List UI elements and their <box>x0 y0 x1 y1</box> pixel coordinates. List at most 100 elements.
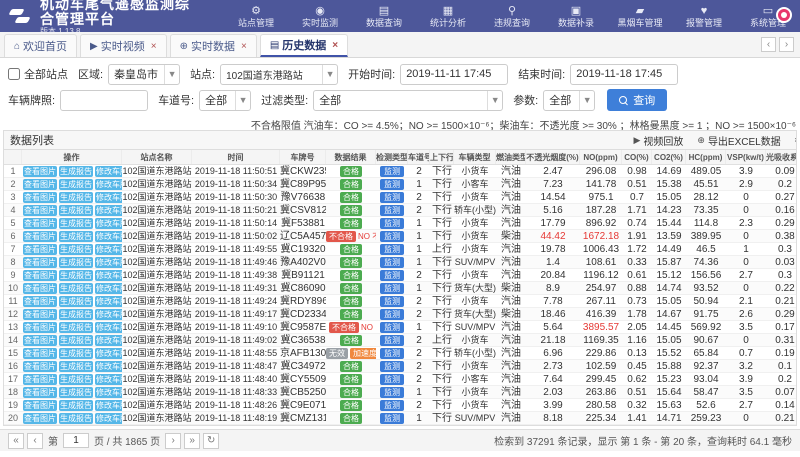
generate-report-button[interactable]: 生成报告 <box>59 374 93 385</box>
prev-page-button[interactable]: ‹ <box>27 433 43 449</box>
next-page-button[interactable]: › <box>165 433 181 449</box>
all-sites-checkbox[interactable] <box>8 68 20 80</box>
detect-type-button[interactable]: 监测 <box>380 348 404 359</box>
filter-type-select[interactable]: 全部▼ <box>313 90 503 111</box>
detect-type-button[interactable]: 监测 <box>380 231 404 242</box>
plate-input[interactable] <box>60 90 148 111</box>
edit-plate-button[interactable]: 修改车牌 <box>95 387 122 398</box>
region-select[interactable]: 秦皇岛市▼ <box>108 64 180 85</box>
edit-plate-button[interactable]: 修改车牌 <box>95 400 122 411</box>
generate-report-button[interactable]: 生成报告 <box>59 413 93 424</box>
generate-report-button[interactable]: 生成报告 <box>59 192 93 203</box>
nav-item-实时监测[interactable]: ◉实时监测 <box>288 5 352 28</box>
generate-report-button[interactable]: 生成报告 <box>59 335 93 346</box>
edit-plate-button[interactable]: 修改车牌 <box>95 244 122 255</box>
nav-item-统计分析[interactable]: ▦统计分析 <box>416 5 480 28</box>
view-image-button[interactable]: 查看图片 <box>23 244 57 255</box>
param-select[interactable]: 全部▼ <box>543 90 595 111</box>
tabs-scroll-left-icon[interactable]: ‹ <box>761 37 776 52</box>
edit-plate-button[interactable]: 修改车牌 <box>95 335 122 346</box>
generate-report-button[interactable]: 生成报告 <box>59 205 93 216</box>
generate-report-button[interactable]: 生成报告 <box>59 283 93 294</box>
generate-report-button[interactable]: 生成报告 <box>59 166 93 177</box>
generate-report-button[interactable]: 生成报告 <box>59 400 93 411</box>
detect-type-button[interactable]: 监测 <box>380 244 404 255</box>
generate-report-button[interactable]: 生成报告 <box>59 387 93 398</box>
first-page-button[interactable]: « <box>8 433 24 449</box>
edit-plate-button[interactable]: 修改车牌 <box>95 309 122 320</box>
edit-plate-button[interactable]: 修改车牌 <box>95 374 122 385</box>
generate-report-button[interactable]: 生成报告 <box>59 244 93 255</box>
view-image-button[interactable]: 查看图片 <box>23 192 57 203</box>
detect-type-button[interactable]: 监测 <box>380 192 404 203</box>
export-button[interactable]: ⊕ 导出EXCEL数据 <box>697 133 780 148</box>
edit-plate-button[interactable]: 修改车牌 <box>95 179 122 190</box>
detect-type-button[interactable]: 监测 <box>380 218 404 229</box>
edit-plate-button[interactable]: 修改车牌 <box>95 231 122 242</box>
edit-plate-button[interactable]: 修改车牌 <box>95 270 122 281</box>
nav-item-黑烟车管理[interactable]: ▰黑烟车管理 <box>608 5 672 28</box>
lane-select[interactable]: 全部▼ <box>199 90 251 111</box>
detect-type-button[interactable]: 监测 <box>380 413 404 424</box>
detect-type-button[interactable]: 监测 <box>380 179 404 190</box>
nav-item-违规查询[interactable]: ⚲违规查询 <box>480 5 544 28</box>
view-image-button[interactable]: 查看图片 <box>23 348 57 359</box>
tab-欢迎首页[interactable]: ⌂欢迎首页 <box>4 34 77 57</box>
edit-plate-button[interactable]: 修改车牌 <box>95 361 122 372</box>
generate-report-button[interactable]: 生成报告 <box>59 231 93 242</box>
view-image-button[interactable]: 查看图片 <box>23 335 57 346</box>
view-image-button[interactable]: 查看图片 <box>23 283 57 294</box>
edit-plate-button[interactable]: 修改车牌 <box>95 192 122 203</box>
generate-report-button[interactable]: 生成报告 <box>59 270 93 281</box>
view-image-button[interactable]: 查看图片 <box>23 205 57 216</box>
end-time-input[interactable] <box>570 64 678 85</box>
refresh-icon[interactable]: ↻ <box>203 433 219 449</box>
detect-type-button[interactable]: 监测 <box>380 400 404 411</box>
view-image-button[interactable]: 查看图片 <box>23 179 57 190</box>
location-pin-icon[interactable] <box>776 7 792 23</box>
close-icon[interactable]: × <box>241 41 247 52</box>
detect-type-button[interactable]: 监测 <box>380 270 404 281</box>
detect-type-button[interactable]: 监测 <box>380 283 404 294</box>
edit-plate-button[interactable]: 修改车牌 <box>95 322 122 333</box>
generate-report-button[interactable]: 生成报告 <box>59 179 93 190</box>
last-page-button[interactable]: » <box>184 433 200 449</box>
view-image-button[interactable]: 查看图片 <box>23 257 57 268</box>
generate-report-button[interactable]: 生成报告 <box>59 348 93 359</box>
view-image-button[interactable]: 查看图片 <box>23 309 57 320</box>
detect-type-button[interactable]: 监测 <box>380 166 404 177</box>
detect-type-button[interactable]: 监测 <box>380 257 404 268</box>
page-number-input[interactable] <box>63 433 89 448</box>
tab-实时数据[interactable]: ⊕实时数据× <box>170 34 257 57</box>
generate-report-button[interactable]: 生成报告 <box>59 257 93 268</box>
view-image-button[interactable]: 查看图片 <box>23 231 57 242</box>
detect-type-button[interactable]: 监测 <box>380 309 404 320</box>
view-image-button[interactable]: 查看图片 <box>23 361 57 372</box>
close-icon[interactable]: × <box>151 41 157 52</box>
more-button[interactable]: ≡ <box>795 135 797 145</box>
edit-plate-button[interactable]: 修改车牌 <box>95 348 122 359</box>
nav-item-报警管理[interactable]: ♥报警管理 <box>672 5 736 28</box>
close-icon[interactable]: × <box>332 40 338 51</box>
generate-report-button[interactable]: 生成报告 <box>59 309 93 320</box>
detect-type-button[interactable]: 监测 <box>380 387 404 398</box>
station-select[interactable]: 102国道东港路站▼ <box>220 64 338 85</box>
detect-type-button[interactable]: 监测 <box>380 335 404 346</box>
edit-plate-button[interactable]: 修改车牌 <box>95 413 122 424</box>
view-image-button[interactable]: 查看图片 <box>23 296 57 307</box>
tab-历史数据[interactable]: ▤历史数据× <box>260 34 348 57</box>
nav-item-站点管理[interactable]: ⚙站点管理 <box>224 5 288 28</box>
detect-type-button[interactable]: 监测 <box>380 322 404 333</box>
generate-report-button[interactable]: 生成报告 <box>59 296 93 307</box>
generate-report-button[interactable]: 生成报告 <box>59 218 93 229</box>
edit-plate-button[interactable]: 修改车牌 <box>95 257 122 268</box>
nav-item-数据查询[interactable]: ▤数据查询 <box>352 5 416 28</box>
tab-实时视频[interactable]: ▶实时视频× <box>80 34 167 57</box>
nav-item-数据补录[interactable]: ▣数据补录 <box>544 5 608 28</box>
video-playback-button[interactable]: ▶ 视频回放 <box>633 133 683 148</box>
start-time-input[interactable] <box>400 64 508 85</box>
detect-type-button[interactable]: 监测 <box>380 361 404 372</box>
generate-report-button[interactable]: 生成报告 <box>59 322 93 333</box>
detect-type-button[interactable]: 监测 <box>380 205 404 216</box>
view-image-button[interactable]: 查看图片 <box>23 374 57 385</box>
